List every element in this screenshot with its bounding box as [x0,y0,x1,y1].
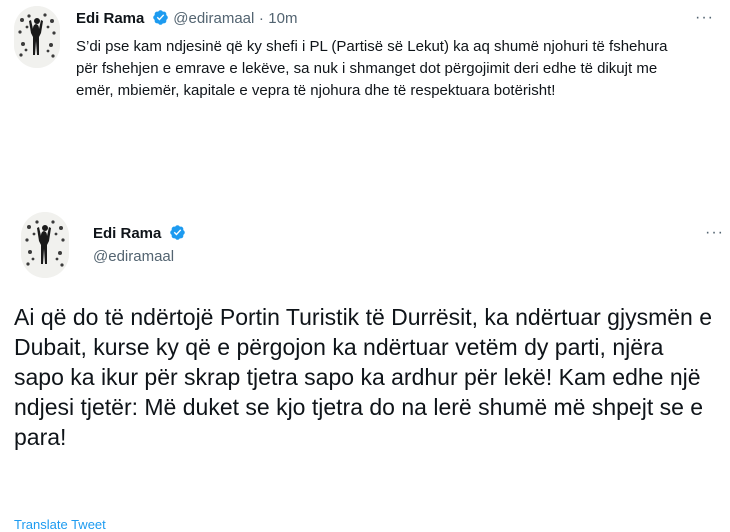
more-options-icon[interactable]: ··· [705,224,724,242]
tweet-header: Edi Rama @ediramaal · 10m [76,9,297,28]
tweet-expanded: Edi Rama @ediramaal ··· Ai që do të ndër… [0,192,730,532]
tweet-text: Ai që do të ndërtojë Portin Turistik të … [14,304,712,450]
author-name[interactable]: Edi Rama [93,225,161,242]
author-name[interactable]: Edi Rama [76,10,144,27]
avatar[interactable] [14,6,60,68]
avatar[interactable] [21,212,69,278]
tweet-header: Edi Rama [93,224,186,243]
author-handle[interactable]: @ediramaal [173,10,254,27]
translate-tweet-link[interactable]: Translate Tweet [14,517,106,532]
tweet-time[interactable]: 10m [268,10,297,27]
verified-badge-icon [170,225,185,240]
verified-badge-icon [153,10,168,25]
separator-dot: · [258,10,264,27]
author-handle[interactable]: @ediramaal [93,248,174,265]
more-options-icon[interactable]: ··· [695,9,714,27]
avatar-image [14,6,60,68]
tweet-compact: Edi Rama @ediramaal · 10m ··· S’di pse k… [0,0,730,152]
tweet-text: S’di pse kam ndjesinë që ky shefi i PL (… [76,38,668,99]
avatar-image [21,212,69,278]
